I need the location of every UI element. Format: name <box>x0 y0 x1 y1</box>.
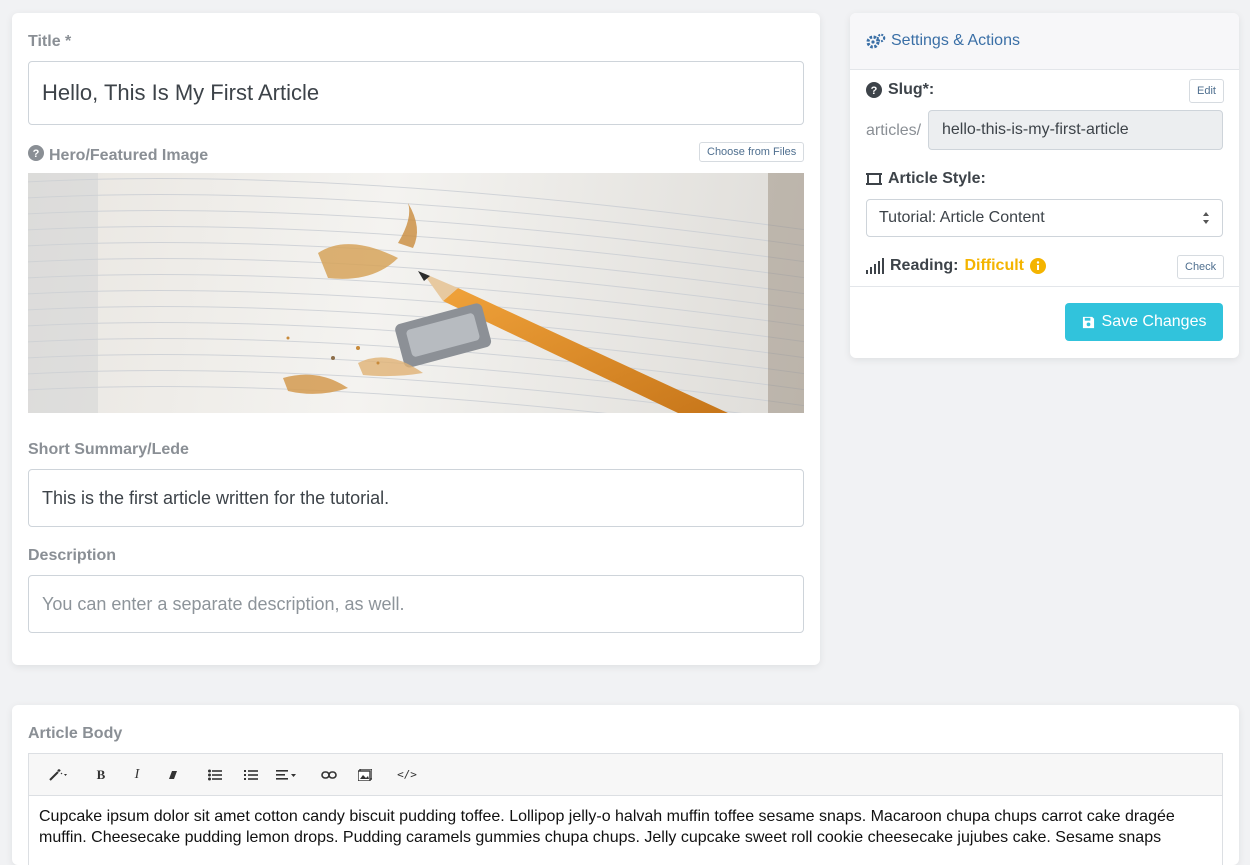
save-changes-label: Save Changes <box>1101 313 1207 330</box>
svg-text:?: ? <box>33 148 40 160</box>
eraser-icon[interactable] <box>155 760 191 790</box>
select-arrows-icon <box>1202 211 1210 225</box>
title-input[interactable] <box>28 61 804 125</box>
gears-icon <box>866 33 886 49</box>
article-body-card: Article Body B I </> Cupcake ipsum dolor <box>12 705 1239 865</box>
editor-toolbar: B I </> <box>28 753 1223 795</box>
slug-input[interactable] <box>928 110 1223 150</box>
pencil-shavings-photo <box>28 173 804 413</box>
article-form-card: Title * ? Hero/Featured Image Choose fro… <box>12 13 820 665</box>
article-style-value: Tutorial: Article Content <box>879 209 1045 226</box>
help-icon: ? <box>866 82 882 98</box>
article-style-label-row: Article Style: <box>866 170 986 188</box>
floppy-disk-icon <box>1082 316 1095 329</box>
hero-image <box>28 173 804 413</box>
ordered-list-icon[interactable] <box>233 760 269 790</box>
slug-label: Slug*: <box>888 81 935 98</box>
code-view-icon[interactable]: </> <box>389 760 425 790</box>
frame-icon <box>866 171 882 187</box>
summary-input[interactable] <box>28 469 804 527</box>
slug-prefix: articles/ <box>866 122 922 139</box>
image-icon[interactable] <box>347 760 383 790</box>
reading-label: Reading: <box>890 257 959 274</box>
italic-icon[interactable]: I <box>119 760 155 790</box>
settings-title: Settings & Actions <box>891 32 1020 49</box>
save-changes-button[interactable]: Save Changes <box>1065 303 1223 341</box>
edit-slug-button[interactable]: Edit <box>1189 79 1224 103</box>
slug-label-row: ? Slug*: <box>866 81 934 99</box>
signal-bars-icon <box>866 258 884 274</box>
article-style-label: Article Style: <box>888 170 986 187</box>
unordered-list-icon[interactable] <box>197 760 233 790</box>
article-body-editor[interactable]: Cupcake ipsum dolor sit amet cotton cand… <box>28 795 1223 865</box>
check-reading-button[interactable]: Check <box>1177 255 1225 279</box>
hero-label: Hero/Featured Image <box>49 146 209 164</box>
settings-header: Settings & Actions <box>850 13 1239 70</box>
description-input[interactable] <box>28 575 804 633</box>
magic-wand-icon[interactable] <box>41 760 77 790</box>
article-style-select[interactable]: Tutorial: Article Content <box>866 199 1223 237</box>
hero-label-row: ? Hero/Featured Image <box>28 145 208 166</box>
choose-from-files-button[interactable]: Choose from Files <box>699 142 805 162</box>
link-icon[interactable] <box>311 760 347 790</box>
bold-icon[interactable]: B <box>83 760 119 790</box>
article-body-label: Article Body <box>28 725 123 742</box>
description-label: Description <box>28 547 117 564</box>
summary-label: Short Summary/Lede <box>28 441 189 458</box>
info-icon[interactable] <box>1030 258 1046 274</box>
reading-value: Difficult <box>964 257 1024 274</box>
settings-card: Settings & Actions ? Slug*: Edit article… <box>850 13 1239 358</box>
align-icon[interactable] <box>269 760 305 790</box>
divider <box>850 286 1239 287</box>
svg-text:?: ? <box>871 85 878 97</box>
reading-row: Reading: Difficult <box>866 257 1046 275</box>
title-label: Title * <box>28 33 72 50</box>
help-icon: ? <box>28 145 44 166</box>
